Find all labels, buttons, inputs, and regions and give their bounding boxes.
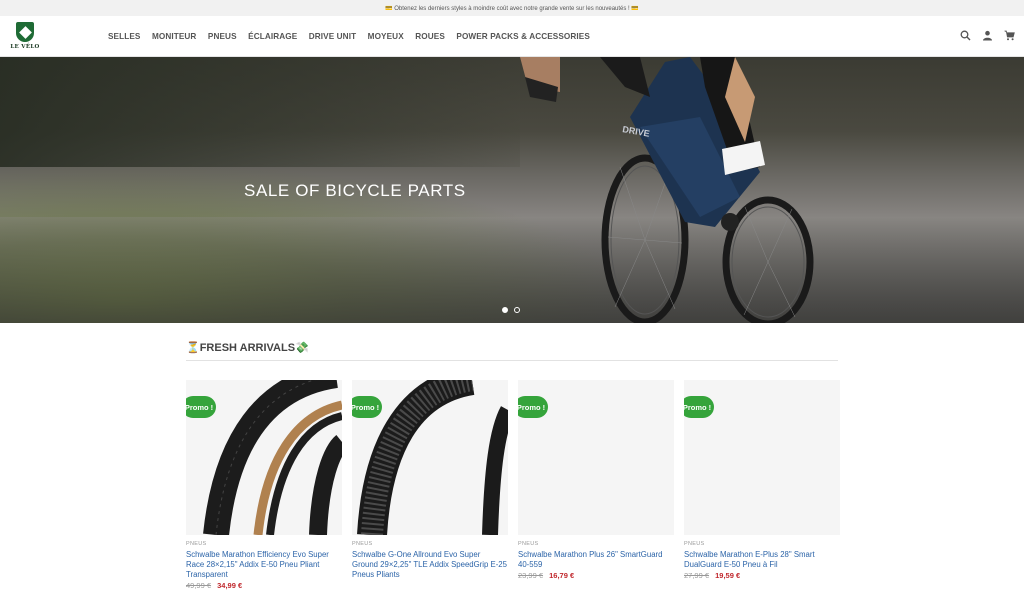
product-card[interactable]: Promo ! PNEUS Schwalbe G-One Allround Ev…	[352, 380, 508, 590]
nav-item-eclairage[interactable]: ÉCLAIRAGE	[248, 32, 297, 41]
nav-item-power-packs[interactable]: POWER PACKS & ACCESSORIES	[456, 32, 590, 41]
header-icons	[960, 30, 1015, 41]
product-card[interactable]: Promo ! PNEUS Schwalbe Marathon Efficien…	[186, 380, 342, 590]
nav-item-moyeux[interactable]: MOYEUX	[368, 32, 404, 41]
cyclist-image: DRIVE	[520, 57, 814, 323]
cart-icon[interactable]	[1004, 30, 1015, 41]
site-header: LE VÉLO SELLES MONITEUR PNEUS ÉCLAIRAGE …	[0, 16, 1024, 57]
product-card[interactable]: Promo ! PNEUS Schwalbe Marathon Plus 26"…	[518, 380, 674, 590]
product-image[interactable]: Promo !	[352, 380, 508, 535]
product-card[interactable]: Promo ! PNEUS Schwalbe Marathon E-Plus 2…	[684, 380, 840, 590]
site-logo[interactable]: LE VÉLO	[0, 22, 55, 50]
sale-price: 34,99 €	[217, 581, 243, 590]
main-nav: SELLES MONITEUR PNEUS ÉCLAIRAGE DRIVE UN…	[108, 32, 601, 41]
announcement-bar: 💳 Obtenez les derniers styles à moindre …	[0, 0, 1024, 16]
product-image[interactable]: Promo !	[684, 380, 840, 535]
old-price: 49,99 €	[186, 581, 212, 590]
product-category[interactable]: PNEUS	[186, 541, 342, 547]
nav-item-pneus[interactable]: PNEUS	[208, 32, 237, 41]
logo-text: LE VÉLO	[10, 44, 40, 50]
slider-dot-2[interactable]	[514, 307, 520, 313]
search-icon[interactable]	[960, 30, 971, 41]
product-grid: Promo ! PNEUS Schwalbe Marathon Efficien…	[186, 380, 840, 590]
nav-item-drive-unit[interactable]: DRIVE UNIT	[309, 32, 356, 41]
hero-banner[interactable]: DRIVE SALE OF BICYCLE PARTS	[0, 57, 1024, 323]
promo-badge: Promo !	[352, 396, 382, 418]
nav-item-moniteur[interactable]: MONITEUR	[152, 32, 196, 41]
product-price: 49,99 € 34,99 €	[186, 581, 342, 590]
user-icon[interactable]	[982, 30, 993, 41]
product-category[interactable]: PNEUS	[518, 541, 674, 547]
product-image[interactable]: Promo !	[518, 380, 674, 535]
fresh-arrivals-heading: ⏳FRESH ARRIVALS💸	[186, 342, 309, 354]
product-category[interactable]: PNEUS	[684, 541, 840, 547]
nav-item-roues[interactable]: ROUES	[415, 32, 445, 41]
product-image[interactable]: Promo !	[186, 380, 342, 535]
hero-title: SALE OF BICYCLE PARTS	[244, 181, 466, 200]
slider-dot-1[interactable]	[502, 307, 508, 313]
nav-item-selles[interactable]: SELLES	[108, 32, 140, 41]
logo-shield-icon	[16, 22, 34, 42]
product-name[interactable]: Schwalbe Marathon E-Plus 28" Smart DualG…	[684, 550, 840, 570]
product-category[interactable]: PNEUS	[352, 541, 508, 547]
product-name[interactable]: Schwalbe Marathon Plus 26" SmartGuard 40…	[518, 550, 674, 570]
promo-badge: Promo !	[518, 396, 548, 418]
announcement-text: 💳 Obtenez les derniers styles à moindre …	[385, 5, 639, 12]
promo-badge: Promo !	[684, 396, 714, 418]
section-divider	[186, 360, 838, 361]
promo-badge: Promo !	[186, 396, 216, 418]
slider-dots	[502, 307, 520, 313]
